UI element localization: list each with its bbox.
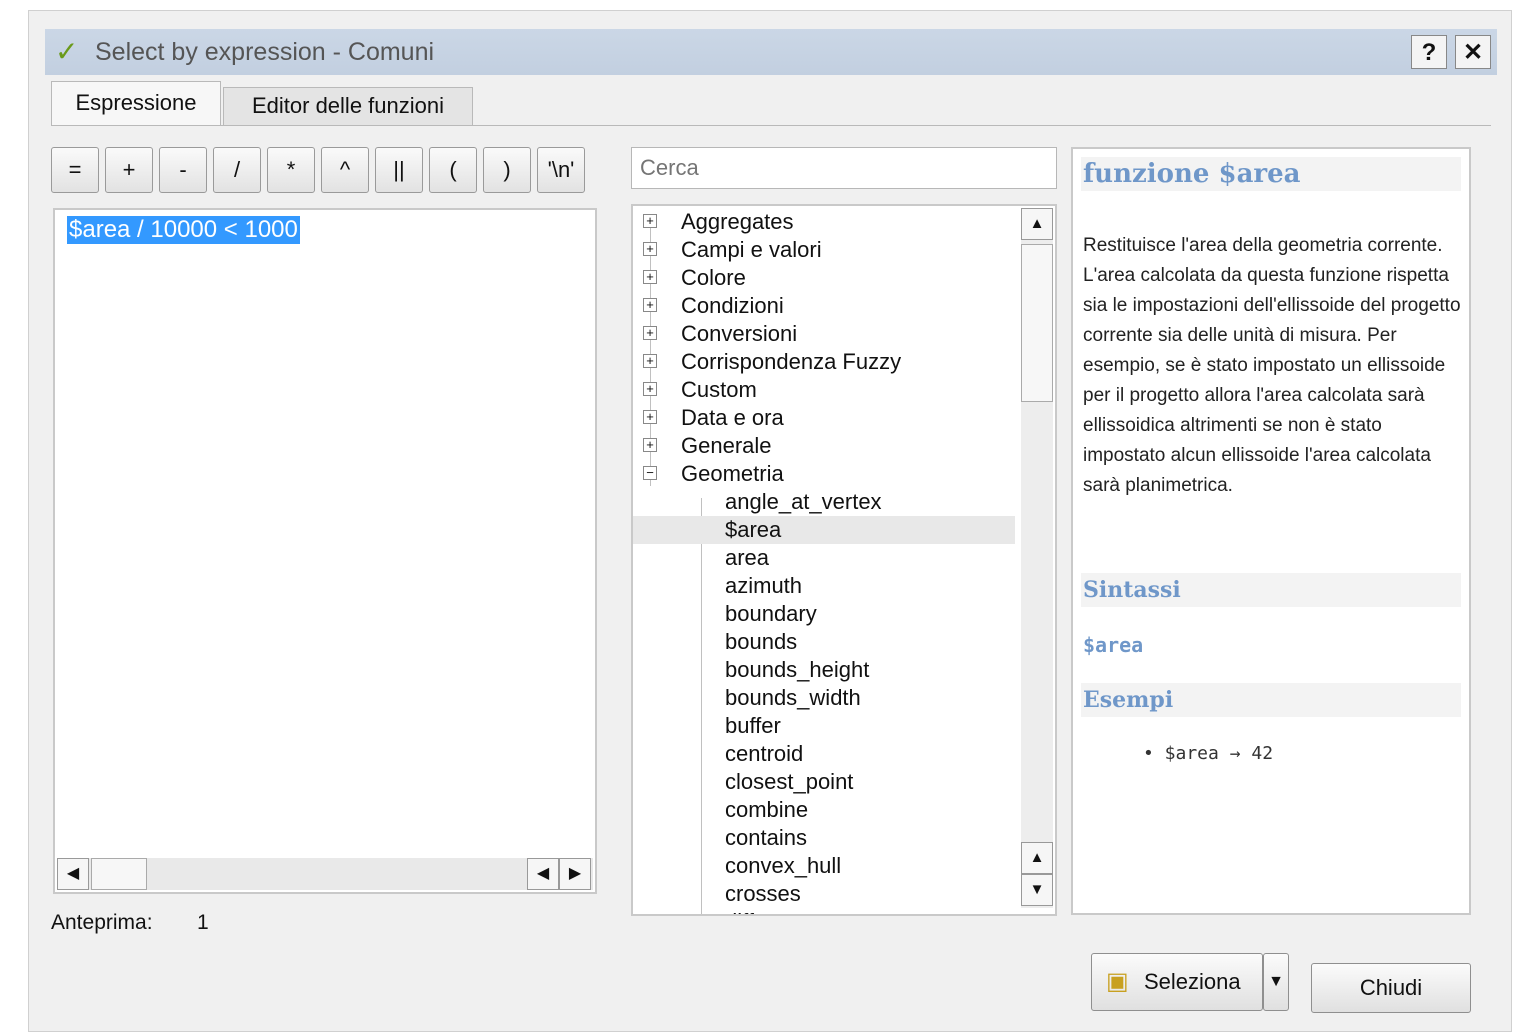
tree-group-condizioni[interactable]: + Condizioni	[633, 292, 1015, 320]
window-title: Select by expression - Comuni	[95, 38, 435, 66]
syntax-heading: Sintassi	[1081, 573, 1461, 607]
example-item: • $area → 42	[1143, 743, 1274, 764]
editor-horizontal-scrollbar[interactable]: ◀ ◀ ▶	[57, 858, 593, 890]
close-button[interactable]: Chiudi	[1311, 963, 1471, 1013]
scroll-thumb[interactable]	[91, 858, 147, 890]
scroll-up-icon[interactable]: ▲	[1021, 208, 1053, 240]
tab-espressione[interactable]: Espressione	[51, 81, 221, 125]
tree-item[interactable]: bounds_width	[633, 684, 1015, 712]
tree-item[interactable]: crosses	[633, 880, 1015, 908]
operator-open-paren-button[interactable]: (	[429, 147, 477, 193]
tree-item[interactable]: closest_point	[633, 768, 1015, 796]
expression-icon: ✓	[55, 36, 79, 67]
operator-minus-button[interactable]: -	[159, 147, 207, 193]
tree-group-custom[interactable]: + Custom	[633, 376, 1015, 404]
tree-group-conversioni[interactable]: + Conversioni	[633, 320, 1015, 348]
tree-item[interactable]: boundary	[633, 600, 1015, 628]
syntax-text: $area	[1083, 633, 1144, 657]
tab-editor-funzioni[interactable]: Editor delle funzioni	[223, 87, 473, 125]
tree-item-selected[interactable]: $area	[633, 516, 1015, 544]
help-description: Restituisce l'area della geometria corre…	[1083, 235, 1461, 496]
preview-label: Anteprima:	[51, 911, 153, 934]
scroll-left-icon[interactable]: ◀	[57, 858, 89, 890]
tree-group-generale[interactable]: + Generale	[633, 432, 1015, 460]
preview-value: 1	[197, 911, 209, 934]
tree-item[interactable]: azimuth	[633, 572, 1015, 600]
tree-group-campi-valori[interactable]: + Campi e valori	[633, 236, 1015, 264]
expand-icon[interactable]: +	[643, 214, 657, 228]
operator-concat-button[interactable]: ||	[375, 147, 423, 193]
operator-close-paren-button[interactable]: )	[483, 147, 531, 193]
select-icon: ▣	[1106, 968, 1129, 995]
select-dropdown-button[interactable]: ▼	[1263, 953, 1289, 1011]
tree-item[interactable]: bounds	[633, 628, 1015, 656]
tree-group-colore[interactable]: + Colore	[633, 264, 1015, 292]
operator-equals-button[interactable]: =	[51, 147, 99, 193]
tree-group-geometria[interactable]: − Geometria	[633, 460, 1015, 488]
examples-heading: Esempi	[1081, 683, 1461, 717]
tree-item[interactable]: convex_hull	[633, 852, 1015, 880]
expand-icon[interactable]: +	[643, 410, 657, 424]
select-button-label: Seleziona	[1144, 969, 1241, 994]
tree-group-fuzzy[interactable]: + Corrispondenza Fuzzy	[633, 348, 1015, 376]
operator-multiply-button[interactable]: *	[267, 147, 315, 193]
operator-plus-button[interactable]: +	[105, 147, 153, 193]
expand-icon[interactable]: +	[643, 270, 657, 284]
scroll-thumb[interactable]	[1021, 244, 1053, 402]
scroll-right-icon[interactable]: ▶	[559, 858, 591, 890]
title-bar: ✓ Select by expression - Comuni ? ✕	[45, 29, 1497, 75]
help-button[interactable]: ?	[1411, 35, 1447, 69]
expand-icon[interactable]: +	[643, 326, 657, 340]
expand-icon[interactable]: +	[643, 242, 657, 256]
expand-icon[interactable]: +	[643, 354, 657, 368]
tree-item[interactable]: contains	[633, 824, 1015, 852]
operator-divide-button[interactable]: /	[213, 147, 261, 193]
close-icon[interactable]: ✕	[1455, 35, 1491, 69]
tree-item[interactable]: centroid	[633, 740, 1015, 768]
select-by-expression-dialog: ✓ Select by expression - Comuni ? ✕ Espr…	[28, 10, 1512, 1032]
help-title: funzione $area	[1081, 157, 1461, 191]
tab-divider	[51, 125, 1491, 126]
operator-power-button[interactable]: ^	[321, 147, 369, 193]
tree-item[interactable]: angle_at_vertex	[633, 488, 1015, 516]
expression-editor[interactable]: $area / 10000 < 1000 ◀ ◀ ▶	[53, 208, 597, 894]
tree-item[interactable]: combine	[633, 796, 1015, 824]
chevron-down-icon: ▼	[1268, 973, 1284, 990]
tree-vertical-scrollbar[interactable]: ▲ ▲ ▼	[1021, 208, 1053, 908]
expression-text[interactable]: $area / 10000 < 1000	[67, 216, 300, 244]
operator-newline-button[interactable]: '\n'	[537, 147, 585, 193]
scroll-down-icon[interactable]: ▼	[1021, 874, 1053, 906]
tree-group-data-ora[interactable]: + Data e ora	[633, 404, 1015, 432]
tree-item[interactable]: area	[633, 544, 1015, 572]
scroll-left-icon[interactable]: ◀	[527, 858, 559, 890]
collapse-icon[interactable]: −	[643, 466, 657, 480]
function-tree[interactable]: + Aggregates + Campi e valori + Colore + Con…	[631, 204, 1057, 916]
tree-item[interactable]: bounds_height	[633, 656, 1015, 684]
expand-icon[interactable]: +	[643, 382, 657, 396]
tree-group-aggregates[interactable]: + Aggregates	[633, 208, 1015, 236]
select-button[interactable]: ▣ Seleziona	[1091, 953, 1263, 1011]
search-input[interactable]	[631, 147, 1057, 189]
expand-icon[interactable]: +	[643, 438, 657, 452]
tree-item[interactable]: difference	[633, 908, 1015, 914]
tree-item[interactable]: buffer	[633, 712, 1015, 740]
scroll-up-icon[interactable]: ▲	[1021, 842, 1053, 874]
expand-icon[interactable]: +	[643, 298, 657, 312]
function-help-panel: funzione $area Restituisce l'area della …	[1071, 147, 1471, 915]
